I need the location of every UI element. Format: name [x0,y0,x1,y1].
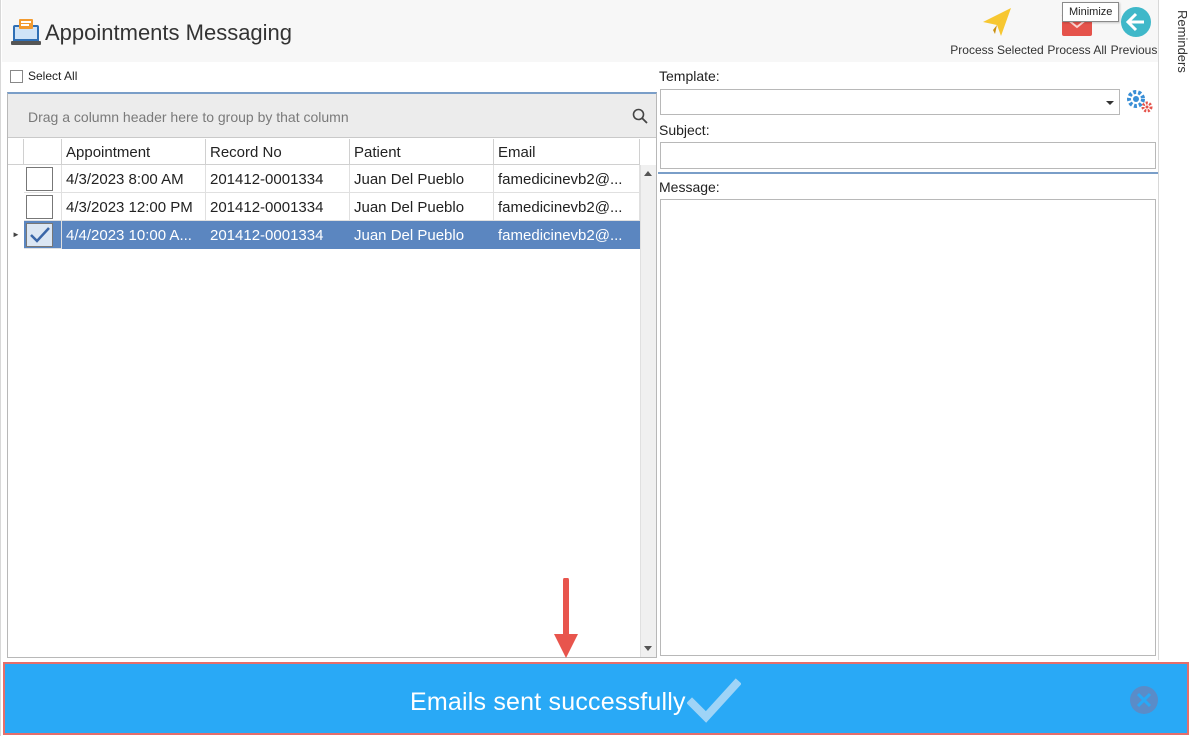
template-label: Template: [659,68,720,84]
dropdown-arrow-icon[interactable] [1106,101,1114,105]
group-by-panel[interactable]: Drag a column header here to group by th… [8,94,656,138]
success-notification: Emails sent successfully [3,662,1189,735]
row-checkbox[interactable] [24,193,62,221]
current-row-indicator-icon: ► [12,230,20,239]
annotation-arrow-icon [554,578,578,658]
cell-appointment[interactable]: 4/4/2023 10:00 A... [62,221,206,249]
gears-icon[interactable] [1125,88,1153,114]
column-header-appointment[interactable]: Appointment [62,139,206,165]
template-dropdown[interactable] [660,89,1120,115]
page-title: Appointments Messaging [45,20,293,45]
checkbox-box[interactable] [26,223,53,247]
search-icon[interactable] [632,108,648,124]
checkbox-column-header[interactable] [24,139,62,165]
cell-email[interactable]: famedicinevb2@... [494,165,640,193]
column-header-record-no[interactable]: Record No [206,139,350,165]
cell-record-no[interactable]: 201412-0001334 [206,193,350,221]
column-header-email[interactable]: Email [494,139,640,165]
cell-patient[interactable]: Juan Del Pueblo [350,193,494,221]
checkbox-box[interactable] [26,167,53,191]
group-by-hint: Drag a column header here to group by th… [28,109,349,125]
row-checkbox[interactable] [24,221,62,249]
cell-record-no[interactable]: 201412-0001334 [206,221,350,249]
close-icon[interactable] [1129,685,1159,715]
cell-patient[interactable]: Juan Del Pueblo [350,165,494,193]
column-header-patient[interactable]: Patient [350,139,494,165]
checkmark-icon [30,227,50,243]
subject-label: Subject: [659,122,710,138]
message-textarea[interactable] [660,199,1156,656]
back-arrow-icon [1121,7,1151,37]
side-divider [1158,0,1159,660]
cell-patient[interactable]: Juan Del Pueblo [350,221,494,249]
notification-text: Emails sent successfully [410,688,686,716]
process-selected-label: Process Selected [950,43,1044,57]
cell-appointment[interactable]: 4/3/2023 12:00 PM [62,193,206,221]
reminders-side-tab[interactable]: Reminders [1160,10,1190,90]
scroll-up-arrow-icon[interactable] [644,171,652,176]
checkbox-box[interactable] [26,195,53,219]
vertical-scrollbar[interactable] [640,165,656,657]
previous-label: Previous [1110,43,1158,57]
select-all-box[interactable] [10,69,23,83]
process-all-label: Process All [1047,43,1107,57]
appointments-grid: Drag a column header here to group by th… [7,92,657,658]
scroll-down-arrow-icon[interactable] [644,646,652,651]
check-icon [687,678,741,723]
cell-email[interactable]: famedicinevb2@... [494,193,640,221]
row-indicator-header [8,139,24,165]
select-all-label: Select All [28,69,78,83]
row-checkbox[interactable] [24,165,62,193]
message-label: Message: [659,179,720,195]
title-bar: Appointments Messaging Process Selected … [2,0,1159,62]
cell-email[interactable]: famedicinevb2@... [494,221,640,249]
select-all-checkbox[interactable]: Select All [10,69,77,83]
process-selected-button[interactable]: Process Selected [950,4,1044,60]
divider [658,172,1158,174]
messaging-app-icon [11,19,41,45]
cell-record-no[interactable]: 201412-0001334 [206,165,350,193]
minimize-tooltip: Minimize [1062,2,1120,22]
subject-input[interactable] [660,142,1156,169]
cell-appointment[interactable]: 4/3/2023 8:00 AM [62,165,206,193]
paper-plane-icon [983,8,1011,36]
